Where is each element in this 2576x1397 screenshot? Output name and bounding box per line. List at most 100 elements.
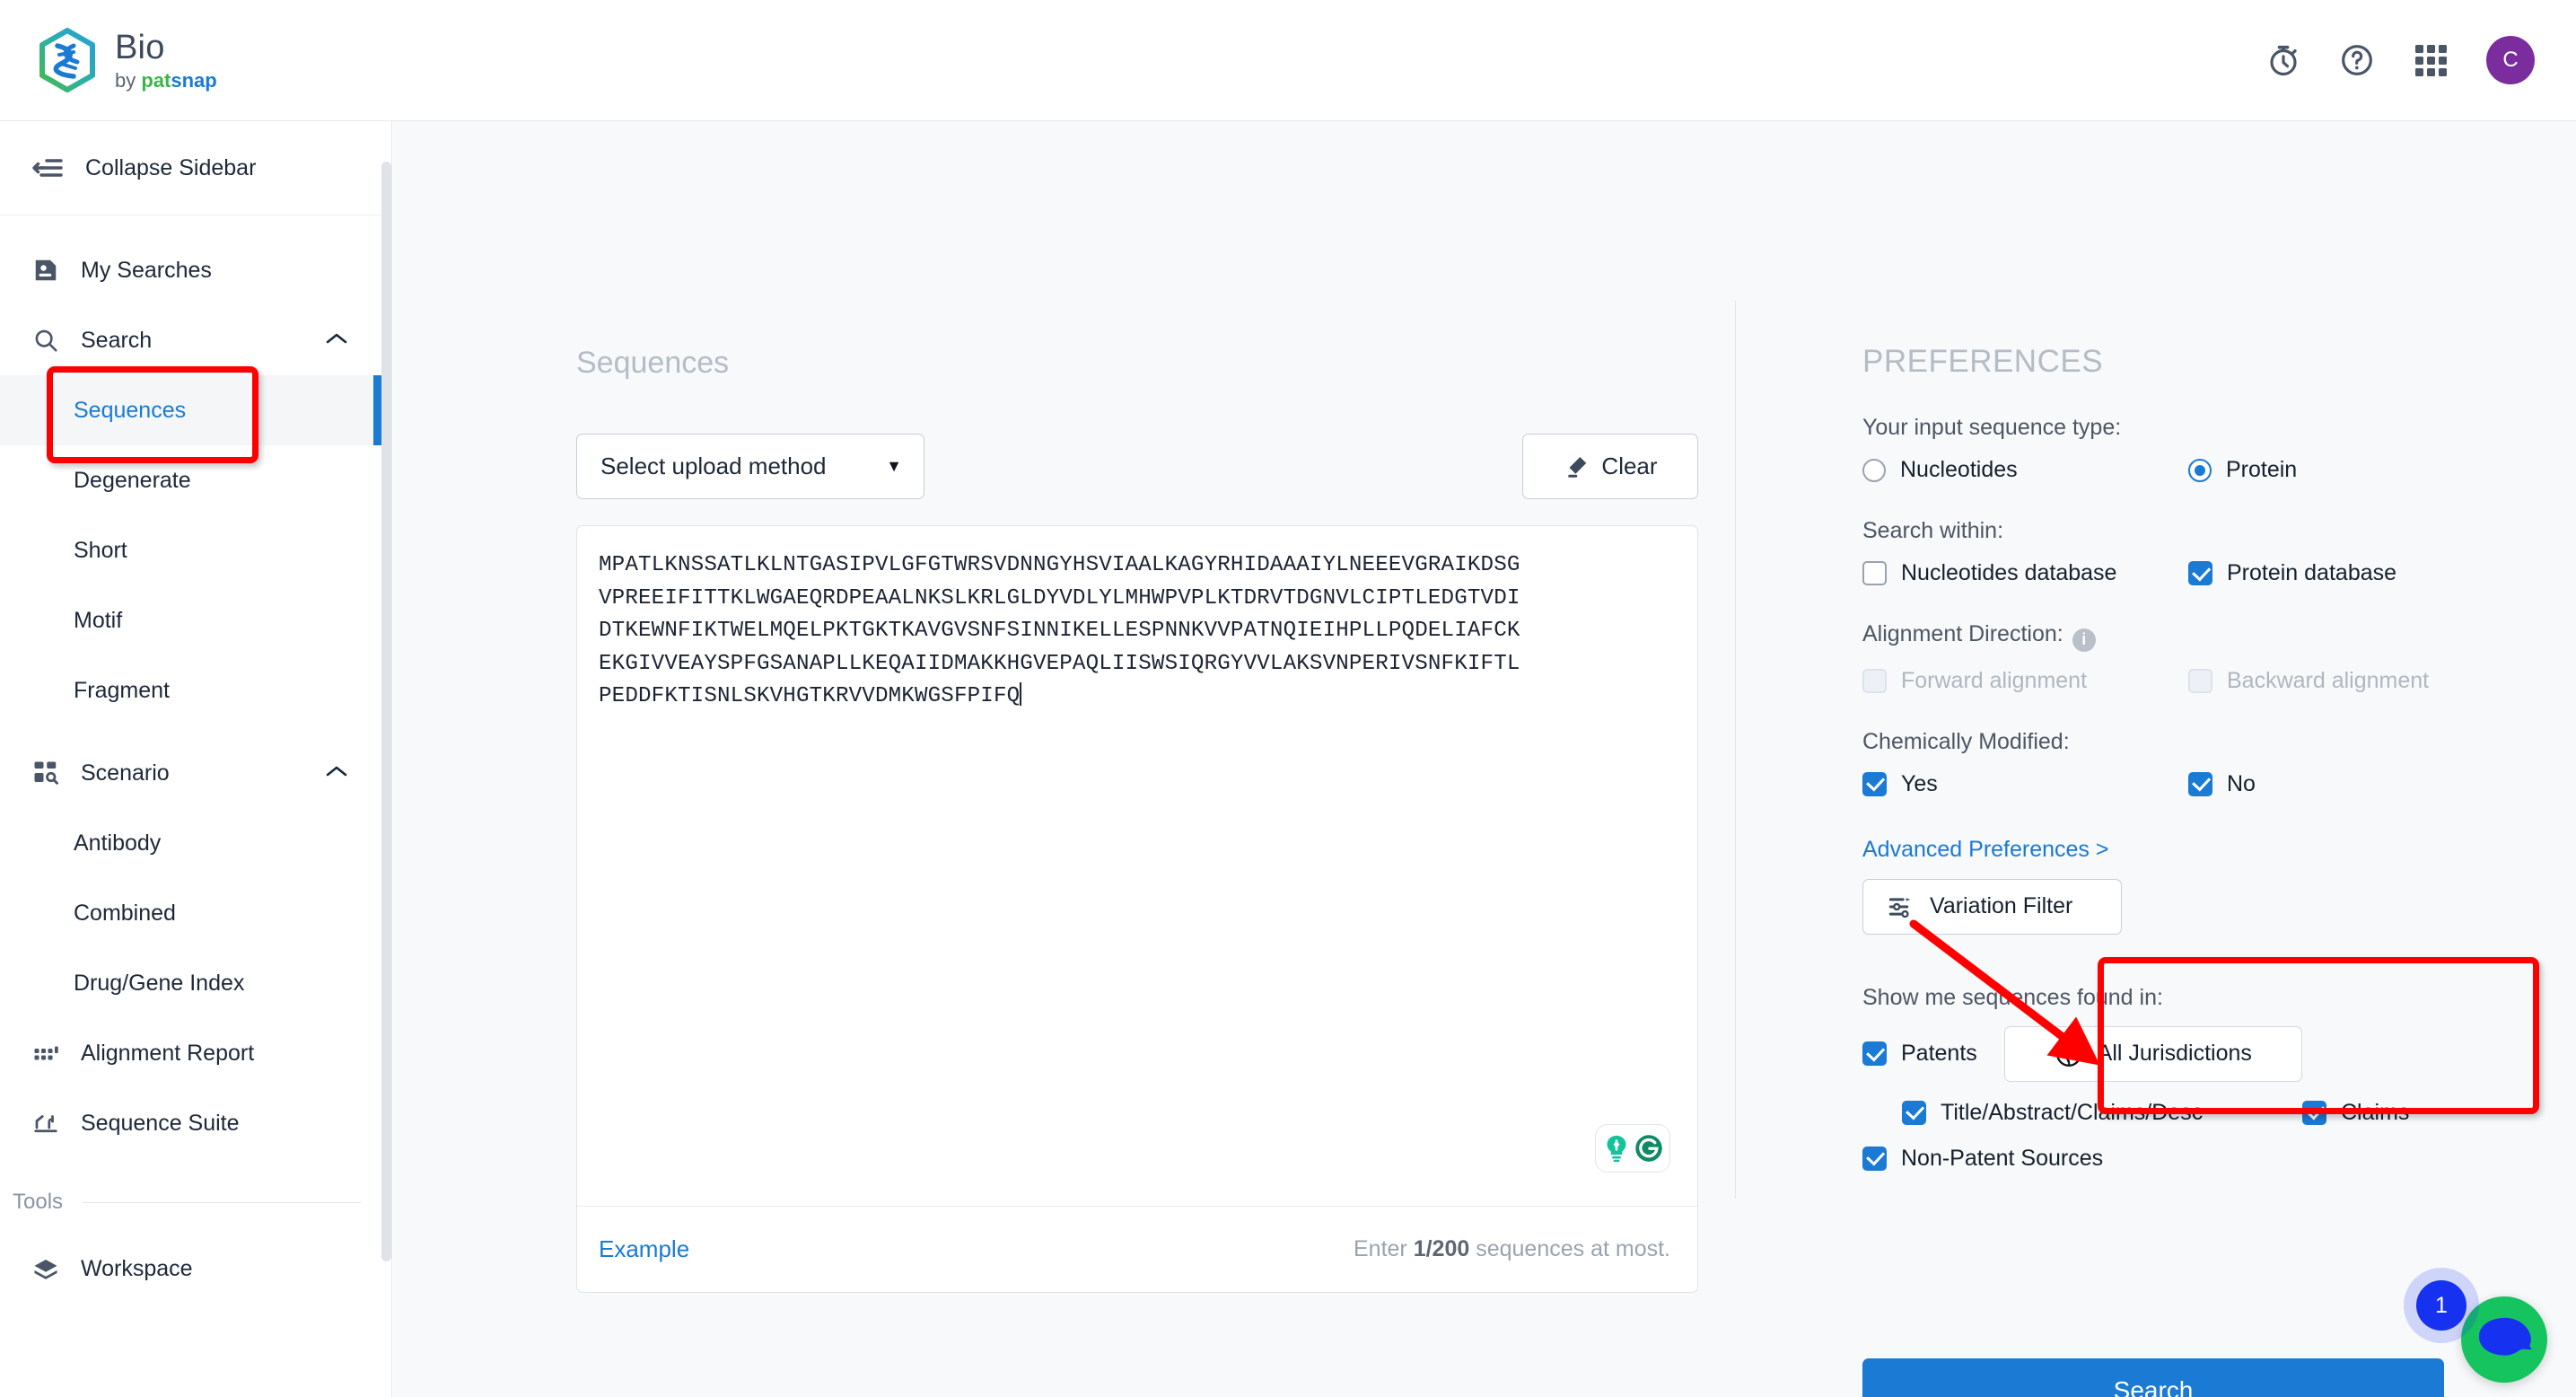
radio-protein[interactable]: Protein bbox=[2188, 457, 2297, 483]
checkbox-icon-disabled bbox=[2188, 668, 2212, 693]
sequence-textarea-card[interactable]: MPATLKNSSATLKLNTGASIPVLGFGTWRSVDNNGYHSVI… bbox=[576, 525, 1698, 1293]
checkbox-chemically-modified-no[interactable]: No bbox=[2188, 771, 2256, 797]
checkbox-forward-alignment: Forward alignment bbox=[1862, 668, 2188, 694]
checkbox-patents[interactable]: Patents bbox=[1862, 1041, 1977, 1067]
enter-note-pre: Enter bbox=[1354, 1236, 1414, 1261]
collapse-sidebar-button[interactable]: Collapse Sidebar bbox=[0, 121, 391, 215]
sidebar-item-label: Workspace bbox=[81, 1255, 193, 1281]
radio-nucleotides[interactable]: Nucleotides bbox=[1862, 457, 2188, 483]
upload-method-value: Select upload method bbox=[600, 452, 827, 479]
checkbox-title-abstract-claims-desc[interactable]: Title/Abstract/Claims/Desc bbox=[1902, 1100, 2288, 1126]
jurisdictions-label: All Jurisdictions bbox=[2097, 1041, 2252, 1066]
tools-section-label: Tools bbox=[13, 1190, 64, 1214]
grammarly-bulb-icon bbox=[1607, 1135, 1626, 1163]
chat-support-icon[interactable] bbox=[2461, 1296, 2547, 1383]
globe-icon bbox=[2055, 1041, 2081, 1067]
radio-icon bbox=[1862, 458, 1886, 482]
brand-title: Bio bbox=[115, 28, 165, 66]
sequence-count-note: Enter 1/200 sequences at most. bbox=[1354, 1236, 1670, 1262]
checkbox-protein-database[interactable]: Protein database bbox=[2188, 560, 2396, 586]
option-label: Non-Patent Sources bbox=[1901, 1145, 2104, 1171]
brand-logo-block[interactable]: Bio by patsnap bbox=[0, 28, 217, 92]
alignment-direction-label: Alignment Direction: i bbox=[1862, 621, 2491, 652]
sidebar-item-label: Motif bbox=[74, 607, 123, 633]
sidebar-item-label: Antibody bbox=[74, 830, 162, 856]
chevron-up-icon bbox=[325, 764, 348, 783]
clear-button[interactable]: Clear bbox=[1522, 434, 1698, 499]
advanced-preferences-link[interactable]: Advanced Preferences > bbox=[1862, 837, 2491, 863]
checkbox-icon-checked bbox=[1862, 1041, 1887, 1066]
sidebar-item-label: Fragment bbox=[74, 677, 170, 703]
chat-unread-badge[interactable]: 1 bbox=[2416, 1280, 2466, 1331]
checkbox-chemically-modified-yes[interactable]: Yes bbox=[1862, 771, 2188, 797]
sidebar-item-my-searches[interactable]: My Searches bbox=[0, 235, 391, 305]
scenario-icon bbox=[32, 760, 70, 786]
sidebar-item-label: My Searches bbox=[81, 257, 212, 283]
help-icon[interactable] bbox=[2339, 42, 2375, 78]
sidebar-group-scenario[interactable]: Scenario bbox=[0, 738, 391, 808]
collapse-sidebar-label: Collapse Sidebar bbox=[85, 154, 257, 180]
apps-grid-icon[interactable] bbox=[2413, 42, 2449, 78]
radio-icon-selected bbox=[2188, 458, 2212, 482]
upload-method-select[interactable]: Select upload method ▼ bbox=[576, 434, 924, 499]
chevron-down-icon: ▼ bbox=[886, 457, 902, 475]
sidebar-item-motif[interactable]: Motif bbox=[0, 585, 391, 655]
checkbox-nucleotides-database[interactable]: Nucleotides database bbox=[1862, 560, 2188, 586]
search-button[interactable]: Search bbox=[1862, 1358, 2444, 1397]
checkbox-non-patent-sources[interactable]: Non-Patent Sources bbox=[1862, 1146, 2491, 1172]
sidebar-item-degenerate[interactable]: Degenerate bbox=[0, 445, 391, 515]
sidebar-item-label: Combined bbox=[74, 900, 176, 926]
sidebar-scrollbar[interactable] bbox=[381, 162, 391, 1261]
brand-by-text: by bbox=[115, 68, 142, 92]
sidebar-item-short[interactable]: Short bbox=[0, 515, 391, 585]
option-label: Title/Abstract/Claims/Desc bbox=[1941, 1099, 2204, 1125]
header-actions: C bbox=[2265, 36, 2576, 84]
sequence-suite-icon bbox=[32, 1110, 70, 1137]
example-link[interactable]: Example bbox=[599, 1235, 689, 1263]
tools-section-header: Tools bbox=[0, 1171, 391, 1234]
option-label: Yes bbox=[1901, 770, 1938, 796]
sidebar-item-sequence-suite[interactable]: Sequence Suite bbox=[0, 1088, 391, 1158]
search-within-options: Nucleotides database Protein database bbox=[1862, 560, 2491, 586]
avatar[interactable]: C bbox=[2486, 36, 2535, 84]
brand-snap-text: snap bbox=[171, 68, 217, 92]
sidebar-item-sequences[interactable]: Sequences bbox=[0, 375, 391, 445]
sidebar-item-label: Degenerate bbox=[74, 467, 191, 493]
checkbox-icon-checked bbox=[2188, 771, 2212, 796]
app-header: Bio by patsnap C bbox=[0, 0, 2576, 121]
sidebar-item-antibody[interactable]: Antibody bbox=[0, 808, 391, 878]
sidebar-item-combined[interactable]: Combined bbox=[0, 878, 391, 948]
info-icon[interactable]: i bbox=[2072, 628, 2096, 652]
sidebar-item-label: Short bbox=[74, 537, 127, 563]
clear-label: Clear bbox=[1601, 452, 1658, 479]
sidebar-item-label: Drug/Gene Index bbox=[74, 970, 245, 996]
grammarly-icon[interactable] bbox=[1595, 1124, 1670, 1173]
sidebar-group-search[interactable]: Search bbox=[0, 305, 391, 375]
sequence-toolbar: Select upload method ▼ Clear bbox=[576, 434, 1698, 499]
variation-filter-label: Variation Filter bbox=[1930, 893, 2073, 918]
option-label: Nucleotides bbox=[1900, 457, 2018, 482]
text-cursor bbox=[1020, 682, 1022, 706]
patent-fields-row: Title/Abstract/Claims/Desc Claims bbox=[1862, 1100, 2491, 1126]
chemically-modified-label: Chemically Modified: bbox=[1862, 728, 2070, 754]
sidebar-item-label: Scenario bbox=[81, 760, 170, 786]
checkbox-claims[interactable]: Claims bbox=[2302, 1100, 2409, 1126]
history-timer-icon[interactable] bbox=[2265, 42, 2301, 78]
option-label: Claims bbox=[2341, 1099, 2410, 1125]
sidebar-item-fragment[interactable]: Fragment bbox=[0, 655, 391, 725]
my-searches-icon bbox=[32, 257, 70, 284]
filter-sliders-icon bbox=[1888, 897, 1911, 918]
variation-filter-button[interactable]: Variation Filter bbox=[1862, 878, 2122, 935]
sidebar: Collapse Sidebar My Searches Search Sequ… bbox=[0, 121, 392, 1397]
sidebar-item-workspace[interactable]: Workspace bbox=[0, 1234, 391, 1304]
brand-subtitle: by patsnap bbox=[115, 68, 217, 92]
sequence-text[interactable]: MPATLKNSSATLKLNTGASIPVLGFGTWRSVDNNGYHSVI… bbox=[599, 549, 1676, 714]
jurisdictions-button[interactable]: All Jurisdictions bbox=[2003, 1025, 2302, 1082]
sidebar-item-alignment-report[interactable]: Alignment Report bbox=[0, 1018, 391, 1088]
sequence-input-column: Select upload method ▼ Clear MPATLKNSSAT… bbox=[576, 434, 1698, 1293]
checkbox-icon-checked bbox=[1862, 771, 1887, 796]
sidebar-item-label: Sequences bbox=[74, 397, 187, 423]
option-label: No bbox=[2227, 770, 2256, 796]
sidebar-item-drug-gene-index[interactable]: Drug/Gene Index bbox=[0, 948, 391, 1018]
search-within-label: Search within: bbox=[1862, 518, 2004, 543]
